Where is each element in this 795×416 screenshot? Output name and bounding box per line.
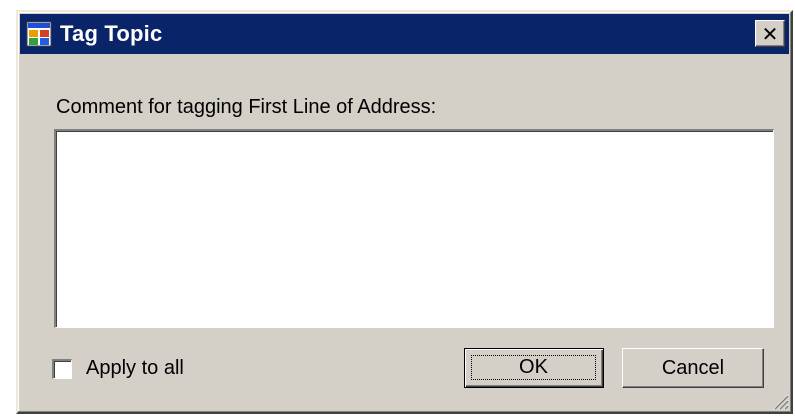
cancel-button[interactable]: Cancel [622,348,764,388]
app-window-icon [26,21,52,47]
tag-topic-dialog: Tag Topic ✕ Comment for tagging First Li… [16,10,793,414]
apply-to-all-option[interactable]: Apply to all [52,357,184,380]
apply-to-all-checkbox[interactable] [52,358,72,379]
ok-button-label: OK [519,356,548,378]
comment-textarea[interactable] [54,129,774,328]
close-button[interactable]: ✕ [755,20,785,47]
ok-button[interactable]: OK [464,348,604,388]
focus-rectangle: OK [471,355,596,380]
title-bar[interactable]: Tag Topic ✕ [20,14,789,54]
close-icon: ✕ [761,21,779,46]
apply-to-all-label: Apply to all [86,357,184,379]
cancel-button-label: Cancel [661,356,725,379]
comment-prompt-label: Comment for tagging First Line of Addres… [56,96,437,118]
resize-grip-icon[interactable] [769,390,789,410]
dialog-title: Tag Topic [60,21,163,46]
